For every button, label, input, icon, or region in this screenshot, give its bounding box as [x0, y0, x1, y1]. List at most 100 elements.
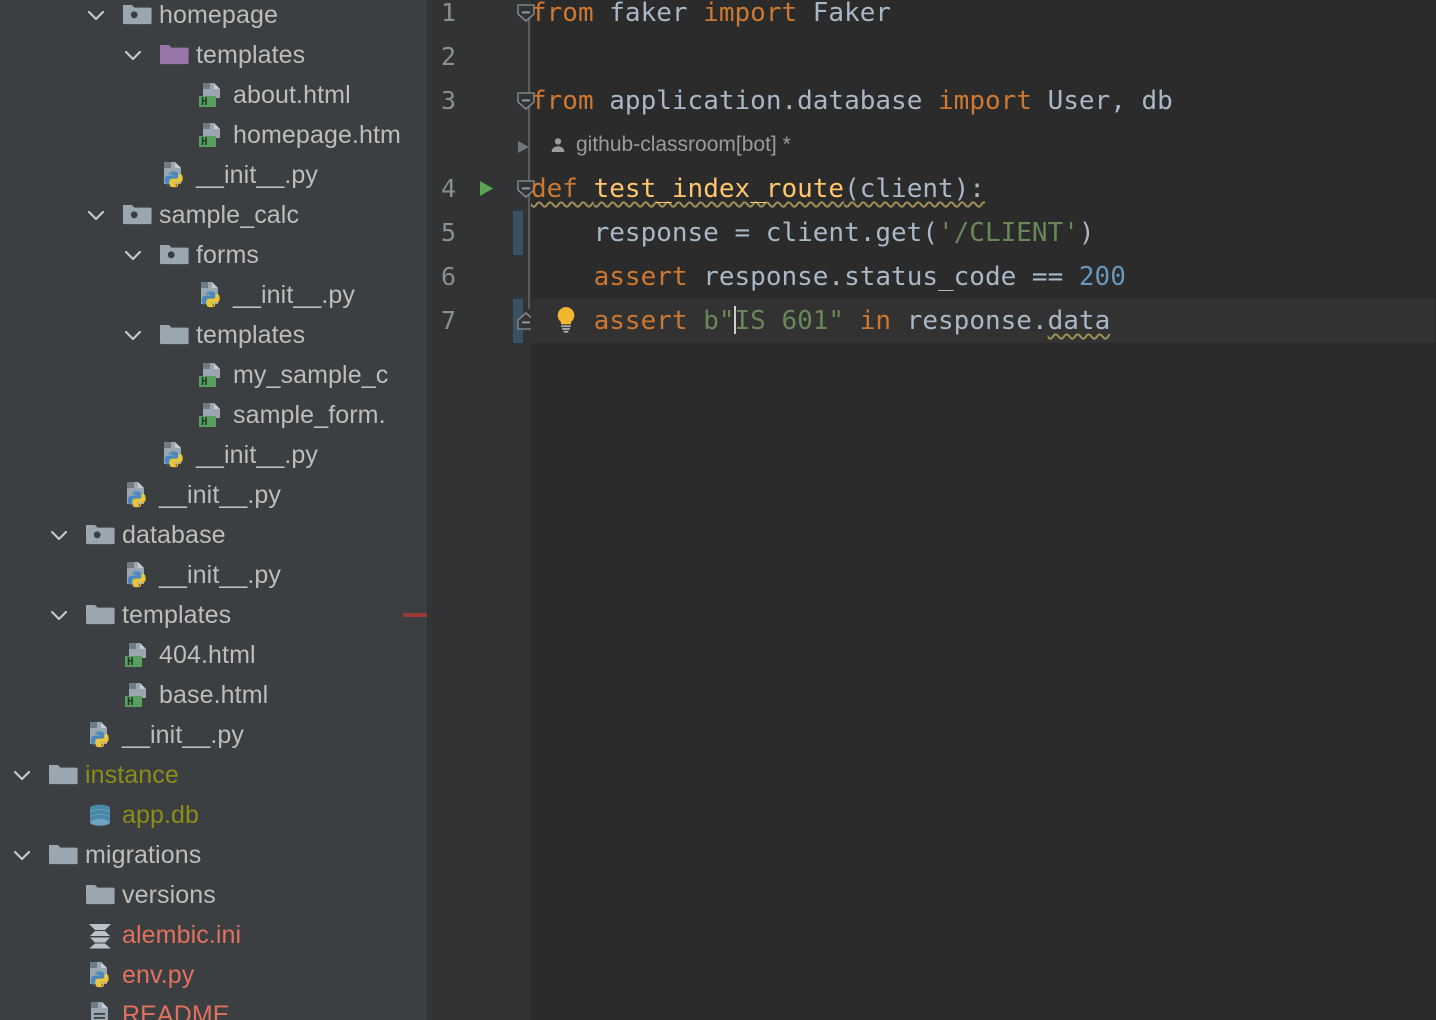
code-token: from	[531, 0, 610, 28]
tree-item-init-py[interactable]: __init__.py	[0, 275, 428, 315]
tree-item-label: env.py	[122, 961, 195, 989]
html-file-icon: H	[122, 640, 152, 670]
text-file-icon	[85, 1000, 115, 1020]
project-tool-window[interactable]: homepage templates Habout.html Hhomepage.ht…	[0, 0, 428, 1020]
svg-text:H: H	[127, 655, 134, 668]
tree-item-templates[interactable]: templates	[0, 595, 428, 635]
editor-gutter[interactable]: 1 2 3 4 5 6 7	[428, 0, 535, 1020]
tree-item-label: migrations	[85, 841, 202, 869]
tree-item-label: __init__.py	[196, 441, 319, 469]
tree-item-label: __init__.py	[196, 161, 319, 189]
code-content-area[interactable]: github-classroom[bot] * from faker import…	[531, 0, 1436, 1020]
tree-item-base-html[interactable]: Hbase.html	[0, 675, 428, 715]
chevron-down-icon[interactable]	[48, 524, 70, 546]
svg-text:H: H	[127, 695, 134, 708]
run-triangle-icon[interactable]	[476, 178, 500, 222]
tree-item-homepage-htm[interactable]: Hhomepage.htm	[0, 115, 428, 155]
tree-item-sample-calc[interactable]: sample_calc	[0, 195, 428, 235]
tree-item-label: homepage.htm	[233, 121, 401, 149]
chevron-down-icon[interactable]	[85, 4, 107, 26]
svg-text:H: H	[201, 375, 208, 388]
code-token: assert	[593, 262, 704, 292]
chevron-down-icon[interactable]	[48, 604, 70, 626]
author-person-icon	[549, 136, 567, 154]
code-line-6[interactable]: assert response.status_code == 200	[531, 255, 1436, 299]
ide-window: homepage templates Habout.html Hhomepage.ht…	[0, 0, 1436, 1020]
tree-item-init-py[interactable]: __init__.py	[0, 715, 428, 755]
code-line-1[interactable]: from faker import Faker	[531, 0, 1436, 35]
python-file-icon	[196, 280, 226, 310]
chevron-down-icon[interactable]	[11, 764, 33, 786]
code-line-5[interactable]: response = client.get('/CLIENT')	[531, 211, 1436, 255]
code-token: '/CLIENT'	[938, 218, 1079, 248]
tree-item-404-html[interactable]: H 404.html	[0, 635, 428, 675]
tree-item-versions[interactable]: versions	[0, 875, 428, 915]
code-token: 200	[1078, 262, 1126, 292]
code-line-4[interactable]: def test_index_route(client):	[531, 167, 1436, 211]
code-token: from	[531, 86, 610, 116]
chevron-down-icon[interactable]	[122, 324, 144, 346]
html-file-icon: H	[122, 680, 152, 710]
tree-item-env-py[interactable]: env.py	[0, 955, 428, 995]
tree-item-instance[interactable]: instance	[0, 755, 428, 795]
tree-item-sample-form[interactable]: Hsample_form.	[0, 395, 428, 435]
tree-item-label: app.db	[122, 801, 200, 829]
code-token: b	[703, 306, 719, 336]
tree-item-about-html[interactable]: Habout.html	[0, 75, 428, 115]
chevron-down-icon[interactable]	[85, 204, 107, 226]
folder-package-icon	[85, 520, 115, 550]
folder-package-icon	[122, 0, 152, 30]
tree-item-readme[interactable]: README	[0, 995, 428, 1020]
chevron-down-icon[interactable]	[122, 44, 144, 66]
chevron-down-icon[interactable]	[122, 244, 144, 266]
tree-item-label: __init__.py	[159, 561, 282, 589]
code-line-2[interactable]	[531, 35, 1436, 79]
folder-purple-icon	[159, 40, 189, 70]
svg-text:H: H	[201, 95, 208, 108]
code-token: application.database	[609, 86, 939, 116]
code-line-7[interactable]: assert b"IS 601" in response.data	[531, 299, 1436, 343]
chevron-down-icon[interactable]	[11, 844, 33, 866]
line-number: 5	[440, 218, 456, 247]
code-token: response = client.get(	[531, 218, 938, 248]
line-number: 1	[440, 0, 456, 27]
tree-item-templates[interactable]: templates	[0, 315, 428, 355]
python-file-icon	[85, 720, 115, 750]
line-number: 4	[440, 174, 456, 203]
line-number: 6	[440, 262, 456, 291]
folder-icon	[48, 840, 78, 870]
tree-item-my-sample-c[interactable]: Hmy_sample_c	[0, 355, 428, 395]
tree-item-label: sample_calc	[159, 201, 300, 229]
tree-item-forms[interactable]: forms	[0, 235, 428, 275]
tree-item-init-py[interactable]: __init__.py	[0, 435, 428, 475]
code-token: IS 601"	[734, 306, 845, 336]
tree-item-database[interactable]: database	[0, 515, 428, 555]
tree-item-init-py[interactable]: __init__.py	[0, 155, 428, 195]
code-token: response.status_code ==	[703, 262, 1079, 292]
tree-item-homepage[interactable]: homepage	[0, 0, 428, 35]
code-line-3[interactable]: from application.database import User, d…	[531, 79, 1436, 123]
code-editor[interactable]: 1 2 3 4 5 6 7 github-classroom[bot] * from fake…	[428, 0, 1436, 1020]
code-token: def	[531, 174, 594, 204]
tree-item-label: alembic.ini	[122, 921, 242, 949]
python-file-icon	[85, 960, 115, 990]
tree-item-templates[interactable]: templates	[0, 35, 428, 75]
tree-item-label: base.html	[159, 681, 269, 709]
code-token: )	[1078, 218, 1095, 248]
code-vision-author[interactable]: github-classroom[bot] *	[531, 123, 1436, 167]
tree-item-alembic-ini[interactable]: alembic.ini	[0, 915, 428, 955]
tree-item-init-py[interactable]: __init__.py	[0, 475, 428, 515]
tree-item-init-py[interactable]: __init__.py	[0, 555, 428, 595]
html-file-icon: H	[196, 400, 226, 430]
tree-item-label: instance	[85, 761, 179, 789]
html-file-icon: H	[196, 360, 226, 390]
tree-item-migrations[interactable]: migrations	[0, 835, 428, 875]
lightbulb-icon[interactable]	[553, 305, 581, 349]
tree-item-label: templates	[196, 41, 306, 69]
code-token: "	[718, 306, 735, 336]
tree-item-label: __init__.py	[233, 281, 356, 309]
code-token: import	[703, 0, 813, 28]
tree-item-label: __init__.py	[122, 721, 245, 749]
error-stripe-marker[interactable]	[403, 613, 428, 617]
tree-item-app-db[interactable]: app.db	[0, 795, 428, 835]
